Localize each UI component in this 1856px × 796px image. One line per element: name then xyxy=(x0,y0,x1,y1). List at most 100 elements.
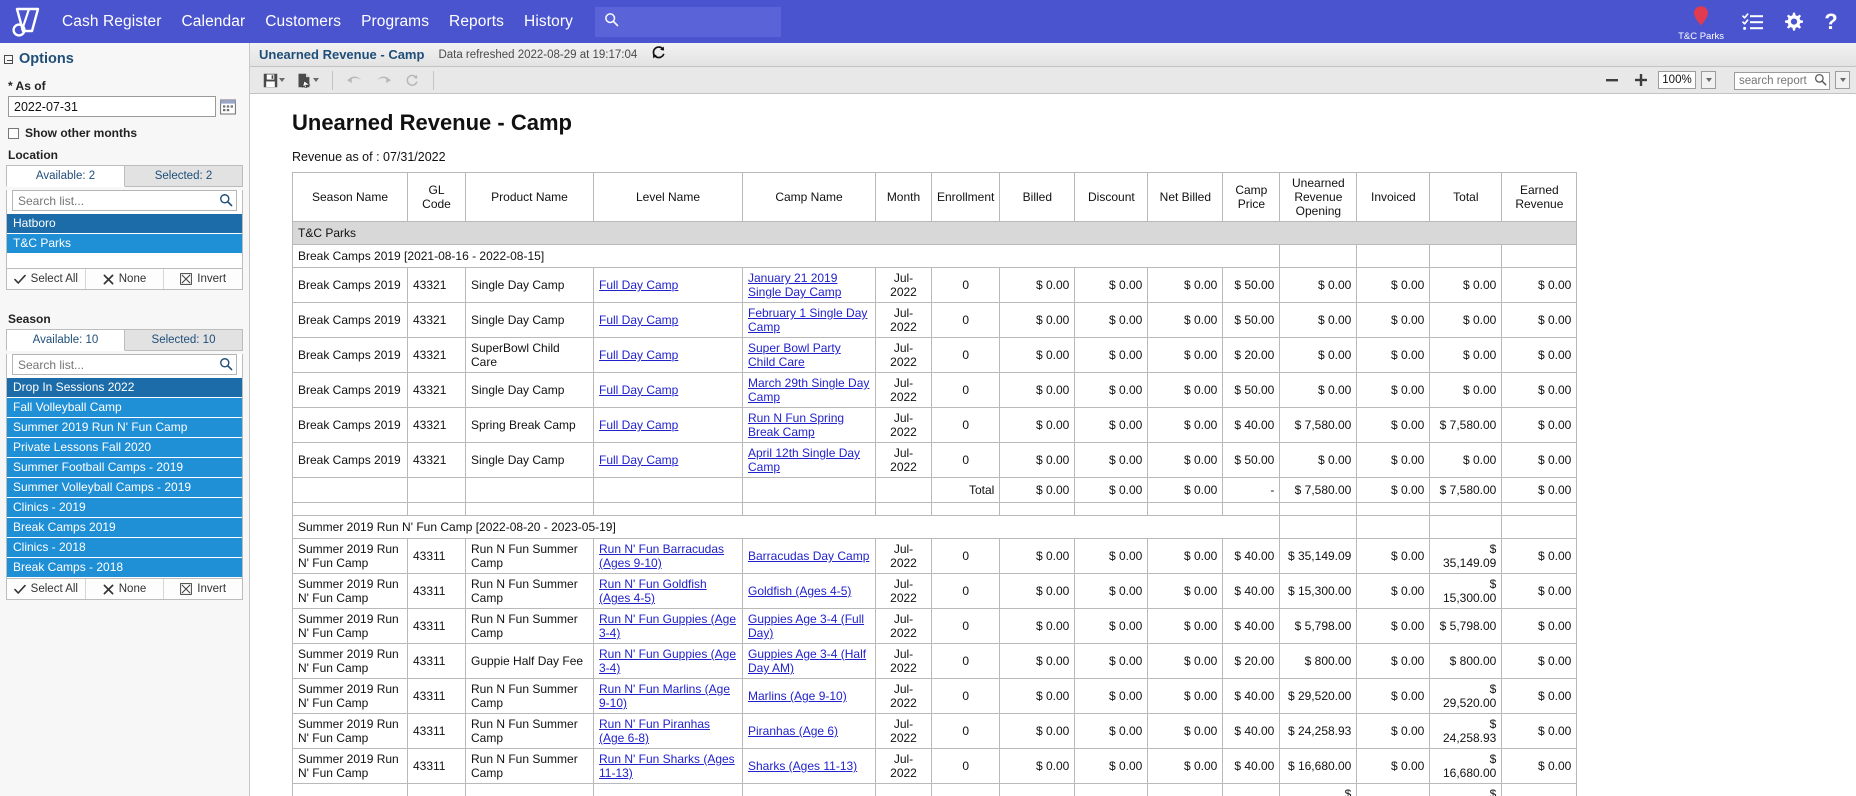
checklist-icon[interactable] xyxy=(1742,12,1764,32)
camp-name-link[interactable]: Marlins (Age 9-10) xyxy=(748,689,847,703)
list-item[interactable]: Hatboro xyxy=(7,214,242,234)
options-panel-header[interactable]: Options xyxy=(0,43,249,73)
gear-icon[interactable] xyxy=(1782,11,1804,33)
list-item[interactable]: Break Camps 2019 xyxy=(7,518,242,538)
column-header[interactable]: Enrollment xyxy=(932,173,1000,222)
list-item[interactable]: Summer Volleyball Camps - 2019 xyxy=(7,478,242,498)
season-none-button[interactable]: None xyxy=(86,579,165,599)
camp-name-link[interactable]: Run N Fun Spring Break Camp xyxy=(748,411,844,439)
camp-name-link[interactable]: March 29th Single Day Camp xyxy=(748,376,869,404)
spacer-cell xyxy=(1430,516,1502,539)
search-dropdown-button[interactable] xyxy=(1835,71,1850,89)
nav-link-calendar[interactable]: Calendar xyxy=(172,13,256,31)
level-name-link[interactable]: Run N' Fun Guppies (Age 3-4) xyxy=(599,612,736,640)
level-name-link[interactable]: Run N' Fun Barracudas (Ages 9-10) xyxy=(599,542,724,570)
column-header[interactable]: Product Name xyxy=(466,173,594,222)
list-item[interactable]: Clinics - 2019 xyxy=(7,498,242,518)
camp-name-link[interactable]: Guppies Age 3-4 (Full Day) xyxy=(748,612,864,640)
zoom-out-button[interactable] xyxy=(1600,69,1624,91)
camp-name-link[interactable]: Goldfish (Ages 4-5) xyxy=(748,584,851,598)
zoom-in-button[interactable] xyxy=(1629,69,1653,91)
report-tab-title[interactable]: Unearned Revenue - Camp xyxy=(259,47,424,62)
column-header[interactable]: Billed xyxy=(1000,173,1075,222)
show-other-months-checkbox[interactable]: Show other months xyxy=(0,117,249,142)
camp-name-link[interactable]: February 1 Single Day Camp xyxy=(748,306,867,334)
tab-location-available[interactable]: Available: 2 xyxy=(6,165,125,187)
nav-link-programs[interactable]: Programs xyxy=(351,13,439,31)
location-selector[interactable]: T&C Parks xyxy=(1678,5,1724,42)
camp-name-link[interactable]: Guppies Age 3-4 (Half Day AM) xyxy=(748,647,866,675)
column-header[interactable]: Total xyxy=(1430,173,1502,222)
question-mark-icon[interactable]: ? xyxy=(1822,10,1840,34)
save-button[interactable] xyxy=(258,69,290,91)
as-of-input[interactable] xyxy=(8,96,216,117)
column-header[interactable]: Season Name xyxy=(293,173,408,222)
season-search-input[interactable] xyxy=(12,354,237,375)
camp-name-link[interactable]: April 12th Single Day Camp xyxy=(748,446,860,474)
table-row: Summer 2019 Run N' Fun Camp43311Run N Fu… xyxy=(293,574,1577,609)
column-header[interactable]: GL Code xyxy=(408,173,466,222)
app-logo-icon[interactable] xyxy=(0,6,52,38)
level-name-link[interactable]: Run N' Fun Sharks (Ages 11-13) xyxy=(599,752,735,780)
column-header[interactable]: Unearned Revenue Opening xyxy=(1280,173,1357,222)
calendar-icon[interactable] xyxy=(220,98,236,115)
level-name-link[interactable]: Run N' Fun Marlins (Age 9-10) xyxy=(599,682,730,710)
list-item[interactable]: Clinics - 2018 xyxy=(7,538,242,558)
nav-link-reports[interactable]: Reports xyxy=(439,13,514,31)
zoom-dropdown-button[interactable] xyxy=(1701,71,1716,89)
table-row: Summer 2019 Run N' Fun Camp43311Guppie H… xyxy=(293,644,1577,679)
camp-name-link[interactable]: January 21 2019 Single Day Camp xyxy=(748,271,841,299)
refresh-icon[interactable] xyxy=(651,45,666,65)
list-item[interactable]: Drop In Sessions 2022 xyxy=(7,378,242,398)
column-header[interactable]: Camp Price xyxy=(1223,173,1280,222)
zoom-level-value[interactable]: 100% xyxy=(1658,71,1696,89)
column-header[interactable]: Net Billed xyxy=(1148,173,1223,222)
list-item[interactable]: Fall Volleyball Camp xyxy=(7,398,242,418)
nav-link-cash-register[interactable]: Cash Register xyxy=(52,13,172,31)
level-name-link[interactable]: Full Day Camp xyxy=(599,313,678,327)
list-item[interactable]: Summer 2019 Run N' Fun Camp xyxy=(7,418,242,438)
location-select-all-button[interactable]: Select All xyxy=(7,269,86,289)
list-item[interactable]: Summer Football Camps - 2019 xyxy=(7,458,242,478)
camp-name-link[interactable]: Barracudas Day Camp xyxy=(748,549,869,563)
season-select-all-button[interactable]: Select All xyxy=(7,579,86,599)
level-name-link[interactable]: Full Day Camp xyxy=(599,348,678,362)
column-header[interactable]: Invoiced xyxy=(1357,173,1430,222)
report-canvas[interactable]: Unearned Revenue - Camp Revenue as of : … xyxy=(250,94,1856,796)
level-name-link[interactable]: Run N' Fun Piranhas (Age 6-8) xyxy=(599,717,710,745)
level-name-link[interactable]: Full Day Camp xyxy=(599,383,678,397)
column-header[interactable]: Discount xyxy=(1075,173,1148,222)
list-item[interactable]: Private Lessons Fall 2020 xyxy=(7,438,242,458)
global-search-input[interactable] xyxy=(595,7,781,37)
collapse-panel-icon[interactable] xyxy=(4,55,13,64)
tab-season-available[interactable]: Available: 10 xyxy=(6,329,125,351)
camp-name-link[interactable]: Piranhas (Age 6) xyxy=(748,724,838,738)
level-name-link[interactable]: Full Day Camp xyxy=(599,453,678,467)
location-search-input[interactable] xyxy=(12,190,237,211)
tab-season-selected[interactable]: Selected: 10 xyxy=(125,329,243,351)
location-invert-button[interactable]: Invert xyxy=(164,269,242,289)
tab-location-selected[interactable]: Selected: 2 xyxy=(125,165,243,187)
reset-button[interactable] xyxy=(399,69,425,91)
undo-button[interactable] xyxy=(341,69,368,91)
redo-button[interactable] xyxy=(370,69,397,91)
level-name-link[interactable]: Full Day Camp xyxy=(599,278,678,292)
column-header[interactable]: Level Name xyxy=(594,173,743,222)
column-header[interactable]: Month xyxy=(876,173,932,222)
nav-link-customers[interactable]: Customers xyxy=(255,13,351,31)
column-header[interactable]: Earned Revenue xyxy=(1502,173,1577,222)
level-name-link[interactable]: Run N' Fun Guppies (Age 3-4) xyxy=(599,647,736,675)
level-name-link[interactable]: Run N' Fun Goldfish (Ages 4-5) xyxy=(599,577,707,605)
nav-link-history[interactable]: History xyxy=(514,13,583,31)
list-item[interactable]: Break Camps - 2018 xyxy=(7,558,242,578)
export-button[interactable] xyxy=(292,69,324,91)
spacer-cell xyxy=(408,478,466,503)
camp-name-link[interactable]: Super Bowl Party Child Care xyxy=(748,341,841,369)
level-name-link[interactable]: Full Day Camp xyxy=(599,418,678,432)
camp-name-link[interactable]: Sharks (Ages 11-13) xyxy=(748,759,857,773)
location-none-button[interactable]: None xyxy=(86,269,165,289)
column-header[interactable]: Camp Name xyxy=(743,173,876,222)
list-item[interactable]: T&C Parks xyxy=(7,234,242,254)
svg-text:?: ? xyxy=(1824,10,1837,34)
season-invert-button[interactable]: Invert xyxy=(164,579,242,599)
